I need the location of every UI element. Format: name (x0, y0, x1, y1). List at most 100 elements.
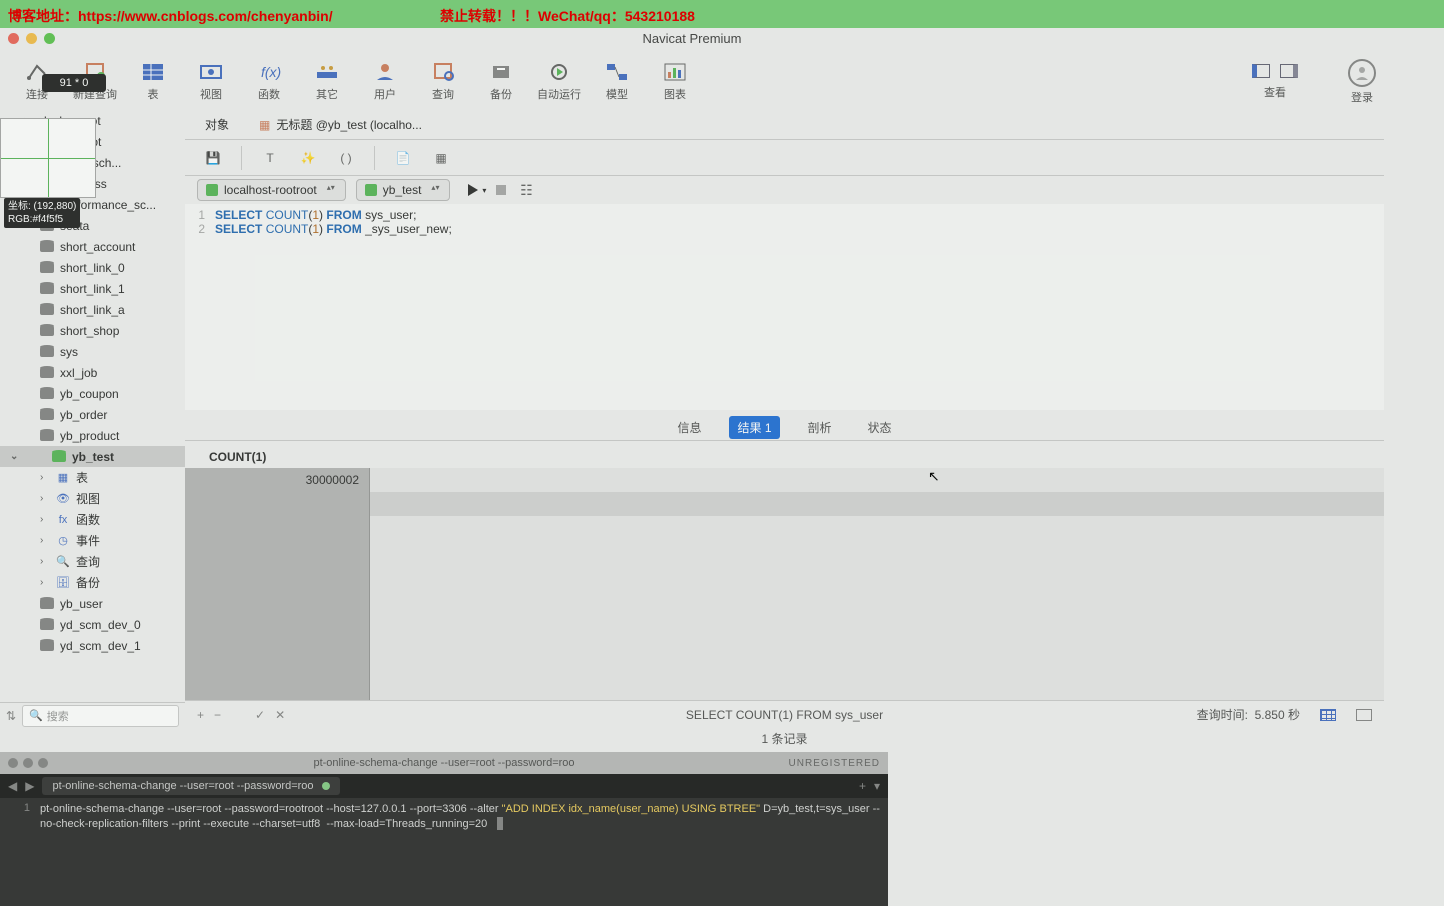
table-button[interactable]: 表 (124, 57, 182, 107)
save-icon[interactable]: 💾 (203, 148, 223, 168)
sidebar-item-xxl_job[interactable]: xxl_job (0, 362, 185, 383)
watermark-left: 博客地址：https://www.cnblogs.com/chenyanbin/ (8, 6, 333, 26)
sidebar-item-yb_coupon[interactable]: yb_coupon (0, 383, 185, 404)
modified-dot-icon (322, 782, 330, 790)
sidebar-item-sys[interactable]: sys (0, 341, 185, 362)
sidebar-sub-函数[interactable]: ›fx函数 (0, 509, 185, 530)
form-view-icon[interactable] (1356, 709, 1372, 721)
new-tab-icon[interactable]: + (859, 779, 866, 793)
sidebar-sub-备份[interactable]: ›🗄备份 (0, 572, 185, 593)
function-button[interactable]: f(x)函数 (240, 57, 298, 107)
database-select[interactable]: yb_test▴▾ (356, 179, 451, 201)
svg-text:f(x): f(x) (261, 64, 281, 80)
export-icon[interactable]: ▦ (431, 148, 451, 168)
tab-next-icon[interactable]: ▶ (25, 779, 34, 793)
search-input[interactable]: 🔍搜索 (22, 705, 179, 727)
database-icon (40, 410, 54, 420)
folder-icon: ▦ (56, 471, 70, 484)
result-column-header[interactable]: COUNT(1) (185, 445, 1384, 469)
sidebar-item-yb_user[interactable]: yb_user (0, 593, 185, 614)
sidebar-item-short_shop[interactable]: short_shop (0, 320, 185, 341)
color-picker-overlay (0, 118, 96, 198)
term-close-icon[interactable] (8, 758, 18, 768)
result-grid[interactable]: 30000002 (185, 468, 1384, 700)
tab-objects[interactable]: 对象 (205, 116, 229, 133)
brackets-icon[interactable]: ( ) (336, 148, 356, 168)
sidebar-item-short_account[interactable]: short_account (0, 236, 185, 257)
tab-info[interactable]: 信息 (669, 416, 709, 439)
term-max-icon[interactable] (38, 758, 48, 768)
database-icon (40, 368, 54, 378)
sidebar-item-yd_scm_dev_1[interactable]: yd_scm_dev_1 (0, 635, 185, 656)
other-button[interactable]: 其它 (298, 57, 356, 107)
tab-prev-icon[interactable]: ◀ (8, 779, 17, 793)
tab-analyze[interactable]: 剖析 (800, 416, 840, 439)
user-button[interactable]: 用户 (356, 57, 414, 107)
format-icon[interactable]: T (260, 148, 280, 168)
sidebar-sub-事件[interactable]: ›◷事件 (0, 530, 185, 551)
terminal-titlebar: pt-online-schema-change --user=root --pa… (0, 752, 888, 774)
tab-result[interactable]: 结果 1 (729, 416, 779, 439)
sidebar-search-row: ⇅ 🔍搜索 (0, 702, 185, 728)
view-toggle[interactable] (1252, 64, 1298, 78)
sidebar-item-short_link_0[interactable]: short_link_0 (0, 257, 185, 278)
sidebar-item-yb_test[interactable]: ⌄yb_test (0, 446, 185, 467)
cancel-icon[interactable]: ✕ (275, 708, 285, 722)
left-panel-icon[interactable] (1252, 64, 1270, 78)
explain-icon[interactable]: 📄 (393, 148, 413, 168)
sidebar-item-yb_product[interactable]: yb_product (0, 425, 185, 446)
backup-button[interactable]: 备份 (472, 57, 530, 107)
explain-plan-icon[interactable]: ☷ (516, 180, 536, 200)
terminal-editor[interactable]: 1 pt-online-schema-change --user=root --… (0, 798, 888, 837)
sidebar-item-short_link_1[interactable]: short_link_1 (0, 278, 185, 299)
database-icon (40, 347, 54, 357)
term-min-icon[interactable] (23, 758, 33, 768)
watermark-right: 禁止转载！！！WeChat/qq：543210188 (440, 6, 695, 26)
sidebar-item-yb_order[interactable]: yb_order (0, 404, 185, 425)
folder-icon: 🔍 (56, 555, 70, 568)
database-icon (40, 326, 54, 336)
add-icon[interactable]: + (197, 708, 204, 722)
autorun-button[interactable]: 自动运行 (530, 57, 588, 107)
sidebar-item-short_link_a[interactable]: short_link_a (0, 299, 185, 320)
main-toolbar: 连接 新建查询 表 视图 f(x)函数 其它 用户 查询 备份 自动运行 模型 … (0, 54, 1384, 109)
terminal-window: pt-online-schema-change --user=root --pa… (0, 752, 888, 906)
query-toolbar: 💾 T ✨ ( ) 📄 ▦ (185, 140, 1384, 176)
search-icon: 🔍 (29, 709, 43, 722)
check-icon[interactable]: ✓ (255, 708, 265, 722)
database-icon (40, 599, 54, 609)
cursor-icon: ↖ (928, 468, 940, 485)
database-icon (40, 620, 54, 630)
stop-button[interactable] (496, 185, 506, 195)
view-button[interactable]: 视图 (182, 57, 240, 107)
model-button[interactable]: 模型 (588, 57, 646, 107)
records-count: 1 条记录 (185, 728, 1384, 750)
login-button[interactable]: 登录 (1348, 59, 1376, 105)
result-cell[interactable]: 30000002 (185, 468, 369, 492)
tab-status[interactable]: 状态 (860, 416, 900, 439)
right-panel-icon[interactable] (1280, 64, 1298, 78)
database-icon (40, 242, 54, 252)
window-title: Navicat Premium (0, 31, 1384, 46)
tab-menu-icon[interactable]: ▾ (874, 779, 880, 793)
beautify-icon[interactable]: ✨ (298, 148, 318, 168)
content-tabs: 对象 ▦无标题 @yb_test (localho... (185, 110, 1384, 140)
grid-view-icon[interactable] (1320, 709, 1336, 721)
filter-icon[interactable]: ⇅ (6, 709, 16, 723)
sidebar-sub-表[interactable]: ›▦表 (0, 467, 185, 488)
coordinate-info: 坐标: (192,880) RGB:#f4f5f5 (4, 198, 80, 228)
database-icon (40, 305, 54, 315)
remove-icon[interactable]: − (214, 708, 221, 722)
run-button[interactable]: ▾ (460, 184, 486, 196)
query-button[interactable]: 查询 (414, 57, 472, 107)
sidebar-sub-查询[interactable]: ›🔍查询 (0, 551, 185, 572)
sidebar-item-yd_scm_dev_0[interactable]: yd_scm_dev_0 (0, 614, 185, 635)
chart-button[interactable]: 图表 (646, 57, 704, 107)
status-bar: + − ✓ ✕ SELECT COUNT(1) FROM sys_user 查询… (185, 700, 1384, 728)
tab-query[interactable]: ▦无标题 @yb_test (localho... (259, 116, 422, 133)
sidebar-sub-视图[interactable]: ›👁视图 (0, 488, 185, 509)
connection-select[interactable]: localhost-rootroot▴▾ (197, 179, 346, 201)
unregistered-label: UNREGISTERED (789, 758, 880, 769)
terminal-tab[interactable]: pt-online-schema-change --user=root --pa… (42, 777, 339, 795)
sql-editor[interactable]: 1SELECT COUNT(1) FROM sys_user; 2SELECT … (185, 204, 1384, 410)
